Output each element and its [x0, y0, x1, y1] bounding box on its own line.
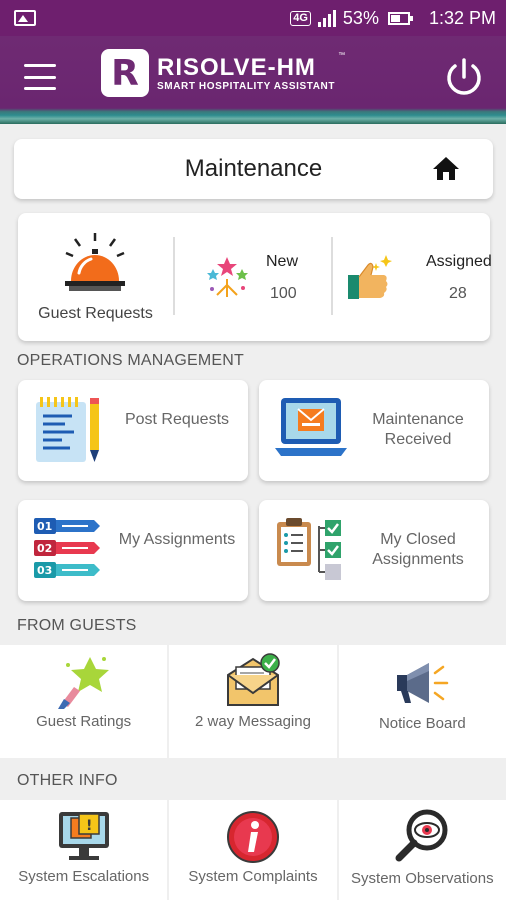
guest-requests-button[interactable]: Guest Requests	[18, 213, 173, 341]
page-title: Maintenance	[184, 155, 323, 182]
fireworks-icon	[207, 257, 248, 297]
battery-percent: 53%	[342, 7, 379, 28]
thumbs-up-icon	[348, 255, 392, 299]
two-way-messaging-label: 2 way Messaging	[195, 713, 311, 730]
network-type: 4G	[290, 10, 311, 26]
notice-board-button[interactable]: Notice Board	[338, 645, 506, 758]
my-closed-assignments-label: My Closed Assignments	[372, 531, 464, 568]
system-observations-button[interactable]: System Observations	[338, 800, 506, 900]
maintenance-received-label: Maintenance Received	[372, 411, 464, 448]
page-title-card: Maintenance	[14, 139, 493, 199]
assigned-count: 28	[449, 285, 467, 302]
service-bell-icon	[65, 233, 125, 291]
other-info-grid: ! System Escalations System Complaints S…	[0, 800, 506, 900]
section-heading-other-info: OTHER INFO	[17, 772, 118, 789]
signal-icon	[317, 9, 336, 27]
system-observations-label: System Observations	[351, 870, 494, 887]
my-closed-assignments-button[interactable]: My Closed Assignments	[259, 500, 489, 601]
divider	[331, 237, 333, 315]
guest-requests-label: Guest Requests	[38, 305, 153, 322]
app-logo: R RISOLVE-HM SMART HOSPITALITY ASSISTANT…	[101, 49, 345, 97]
gallery-icon	[14, 10, 36, 26]
svg-text:!: !	[86, 818, 92, 834]
new-label: New	[266, 253, 299, 270]
envelope-check-icon	[226, 653, 280, 706]
status-bar: 4G 53% 1:32 PM	[0, 0, 506, 36]
new-requests-stat[interactable]: New 100	[178, 213, 328, 341]
my-assignments-label: My Assignments	[118, 531, 236, 548]
system-escalations-button[interactable]: ! System Escalations	[0, 800, 168, 900]
system-complaints-button[interactable]: System Complaints	[169, 800, 337, 900]
from-guests-grid: Guest Ratings 2 way Messaging Notice Boa…	[0, 645, 506, 758]
post-requests-label: Post Requests	[124, 411, 230, 428]
notice-board-label: Notice Board	[378, 715, 466, 732]
svg-text:02: 02	[37, 542, 52, 555]
menu-button[interactable]	[24, 64, 56, 90]
status-time: 1:32 PM	[428, 7, 496, 28]
power-icon[interactable]	[442, 55, 486, 99]
post-requests-button[interactable]: Post Requests	[18, 380, 248, 481]
svg-text:01: 01	[37, 520, 52, 533]
guest-ratings-button[interactable]: Guest Ratings	[0, 645, 168, 758]
logo-subtitle: SMART HOSPITALITY ASSISTANT	[157, 80, 336, 92]
numbered-list-icon: 01 02 03	[34, 518, 100, 578]
assigned-label: Assigned	[426, 253, 492, 270]
request-stats-card: Guest Requests New 100 Assigned 28	[18, 213, 492, 341]
megaphone-icon	[397, 663, 449, 703]
svg-text:03: 03	[37, 564, 52, 577]
maintenance-received-button[interactable]: Maintenance Received	[259, 380, 489, 481]
notepad-pencil-icon	[36, 397, 99, 462]
magnifier-eye-icon	[395, 809, 448, 862]
section-heading-operations: OPERATIONS MANAGEMENT	[17, 352, 245, 369]
section-heading-from-guests: FROM GUESTS	[17, 617, 137, 634]
divider	[173, 237, 175, 315]
system-escalations-label: System Escalations	[18, 868, 150, 885]
system-complaints-label: System Complaints	[188, 868, 318, 885]
app-header: R RISOLVE-HM SMART HOSPITALITY ASSISTANT…	[0, 36, 506, 124]
star-rating-icon	[57, 657, 109, 709]
assigned-requests-stat[interactable]: Assigned 28	[336, 213, 492, 341]
logo-title: RISOLVE-HM	[157, 53, 316, 81]
laptop-mail-icon	[275, 398, 347, 456]
checklist-clipboard-icon	[277, 518, 341, 580]
new-count: 100	[270, 285, 297, 302]
hamburger-icon	[24, 64, 56, 67]
two-way-messaging-button[interactable]: 2 way Messaging	[169, 645, 337, 758]
my-assignments-button[interactable]: 01 02 03 My Assignments	[18, 500, 248, 601]
logo-mark: R	[101, 49, 149, 97]
monitor-alert-icon: !	[58, 812, 109, 860]
home-icon[interactable]	[432, 155, 460, 181]
battery-icon	[387, 11, 413, 25]
guest-ratings-label: Guest Ratings	[36, 713, 132, 730]
info-icon	[226, 811, 279, 863]
trademark: ™	[338, 51, 346, 59]
